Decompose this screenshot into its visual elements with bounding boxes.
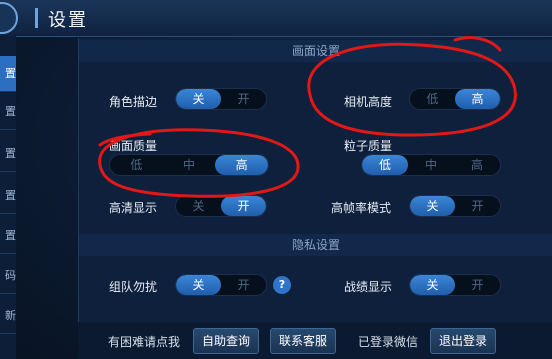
- hd-label: 高清显示: [109, 201, 158, 215]
- record-option-2[interactable]: 开: [455, 275, 500, 295]
- quality-option-2[interactable]: 中: [163, 155, 216, 175]
- quality-selector[interactable]: 低中高: [109, 154, 269, 176]
- team-option-2[interactable]: 开: [221, 275, 266, 295]
- section-title-privacy: 隐私设置: [79, 234, 552, 256]
- help-icon[interactable]: ?: [273, 276, 291, 294]
- sidebar-tab-5[interactable]: 置: [0, 218, 16, 254]
- sidebar-tab-6[interactable]: 码: [0, 258, 16, 294]
- outline-label: 角色描边: [109, 95, 158, 109]
- hd-toggle[interactable]: 关开: [175, 195, 267, 217]
- camera-option-2[interactable]: 高: [455, 89, 500, 109]
- highfps-option-2[interactable]: 开: [455, 196, 500, 216]
- team-dnd-toggle[interactable]: 关开: [175, 274, 267, 296]
- header-bar: 设置: [0, 0, 552, 37]
- high-fps-toggle[interactable]: 关开: [409, 195, 501, 217]
- sidebar-tab-2[interactable]: 置: [0, 94, 16, 130]
- settings-panel: 画面设置 角色描边 关开 相机高度 低高 画面质量 低中高 粒子质量 低中高 高…: [78, 38, 552, 359]
- help-prompt[interactable]: 有困难请点我: [108, 333, 180, 350]
- contact-service-button[interactable]: 联系客服: [270, 328, 337, 354]
- wechat-status: 已登录微信: [358, 335, 419, 349]
- camera-option-1[interactable]: 低: [410, 89, 455, 109]
- quality-option-3[interactable]: 高: [215, 155, 268, 175]
- particle-selector[interactable]: 低中高: [361, 154, 501, 176]
- outline-option-2[interactable]: 开: [221, 89, 266, 109]
- quality-option-1[interactable]: 低: [110, 155, 163, 175]
- camera-height-toggle[interactable]: 低高: [409, 88, 501, 110]
- team-dnd-label: 组队勿扰: [109, 280, 158, 294]
- back-button[interactable]: [0, 2, 18, 34]
- sidebar: 置 置 置 置 置 码 新: [0, 36, 16, 359]
- logout-button[interactable]: 退出登录: [430, 328, 497, 354]
- particle-option-2[interactable]: 中: [408, 155, 454, 175]
- page-title: 设置: [48, 10, 88, 31]
- outline-toggle[interactable]: 关开: [175, 88, 267, 110]
- self-help-button[interactable]: 自助查询: [193, 328, 260, 354]
- camera-height-label: 相机高度: [344, 95, 393, 109]
- outline-option-1[interactable]: 关: [176, 89, 221, 109]
- record-display-toggle[interactable]: 关开: [409, 274, 501, 296]
- sidebar-tab-7[interactable]: 新: [0, 298, 16, 334]
- sidebar-tab-1[interactable]: 置: [0, 56, 16, 92]
- settings-screen: 设置 置 置 置 置 置 码 新 画面设置 角色描边 关开 相机高度 低高 画面…: [0, 0, 552, 359]
- title-accent: [35, 8, 38, 28]
- particle-option-1[interactable]: 低: [362, 155, 408, 175]
- hd-option-2[interactable]: 开: [221, 196, 266, 216]
- sidebar-tab-3[interactable]: 置: [0, 136, 16, 172]
- high-fps-label: 高帧率模式: [331, 201, 392, 215]
- footer-bar: 有困难请点我 自助查询 联系客服 已登录微信 退出登录: [78, 322, 552, 359]
- record-option-1[interactable]: 关: [410, 275, 455, 295]
- hd-option-1[interactable]: 关: [176, 196, 221, 216]
- particle-label: 粒子质量: [344, 139, 393, 153]
- section-title-display: 画面设置: [79, 40, 552, 62]
- team-option-1[interactable]: 关: [176, 275, 221, 295]
- quality-label: 画面质量: [109, 139, 158, 153]
- particle-option-3[interactable]: 高: [454, 155, 500, 175]
- sidebar-tab-4[interactable]: 置: [0, 178, 16, 214]
- record-display-label: 战绩显示: [344, 280, 393, 294]
- highfps-option-1[interactable]: 关: [410, 196, 455, 216]
